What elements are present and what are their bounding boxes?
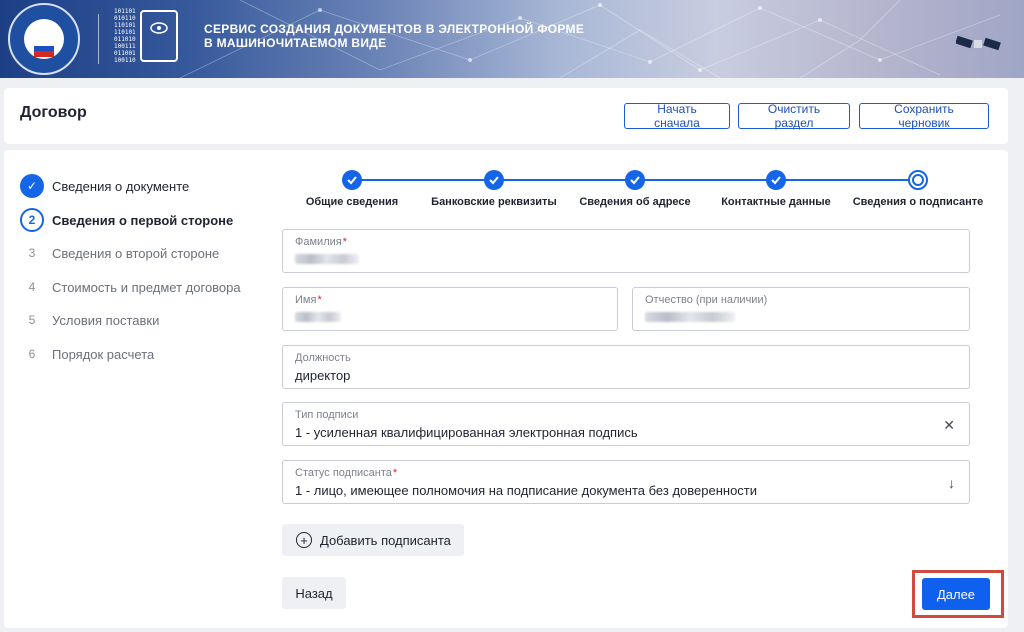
section-step-cost-subject[interactable]: 4 Стоимость и предмет договора — [20, 275, 241, 299]
stepper-label-bank[interactable]: Банковские реквизиты — [431, 196, 557, 208]
signer-status-value: 1 - лицо, имеющее полномочия на подписан… — [295, 483, 758, 498]
document-eye-icon — [140, 10, 178, 62]
redacted-value — [295, 254, 359, 264]
stepper-label-contacts[interactable]: Контактные данные — [721, 196, 831, 208]
section-step-label: Сведения о документе — [52, 178, 190, 194]
section-step-delivery-terms[interactable]: 5 Условия поставки — [20, 308, 160, 332]
section-step-second-party[interactable]: 3 Сведения о второй стороне — [20, 241, 220, 265]
surname-label: Фамилия — [295, 236, 342, 248]
redacted-value — [295, 312, 341, 322]
stepper-label-address[interactable]: Сведения об адресе — [579, 196, 690, 208]
header-divider — [98, 14, 99, 64]
signature-type-value: 1 - усиленная квалифицированная электрон… — [295, 425, 638, 440]
clear-section-button[interactable]: Очистить раздел — [738, 102, 850, 130]
signer-status-select[interactable]: Статус подписанта* 1 - лицо, имеющее пол… — [282, 460, 970, 504]
step-number: 4 — [28, 280, 36, 294]
check-icon[interactable] — [766, 170, 786, 190]
check-icon[interactable] — [484, 170, 504, 190]
step-number: 3 — [28, 246, 36, 260]
signer-status-label: Статус подписанта — [295, 467, 392, 479]
section-step-label: Сведения о первой стороне — [52, 212, 234, 228]
required-mark: * — [392, 467, 398, 479]
step-number: 6 — [28, 347, 36, 361]
header-banner: 101101 010110 110101 110101 011010 10011… — [0, 0, 1024, 78]
signature-type-label: Тип подписи — [295, 409, 359, 421]
back-button[interactable]: Назад — [282, 577, 346, 609]
section-step-label: Условия поставки — [52, 312, 160, 328]
name-label: Имя — [295, 294, 317, 306]
restart-button[interactable]: Начать сначала — [624, 102, 730, 130]
surname-field[interactable]: Фамилия* — [282, 229, 970, 273]
section-step-document-info[interactable]: ✓ Сведения о документе — [20, 174, 189, 198]
save-draft-button[interactable]: Сохранить черновик — [859, 102, 989, 130]
stepper-label-signer[interactable]: Сведения о подписанте — [853, 196, 984, 208]
fns-emblem-icon — [8, 3, 80, 75]
position-value: директор — [295, 368, 351, 383]
main-form-card: ✓ Сведения о документе 2 Сведения о перв… — [4, 150, 1008, 628]
add-signer-button[interactable]: + Добавить подписанта — [282, 524, 464, 556]
step-number: 5 — [28, 313, 36, 327]
redacted-value — [645, 312, 735, 322]
section-step-first-party[interactable]: 2 Сведения о первой стороне — [20, 208, 233, 232]
current-step-icon[interactable] — [908, 170, 928, 190]
step-number: 2 — [20, 208, 44, 232]
service-title: СЕРВИС СОЗДАНИЯ ДОКУМЕНТОВ В ЭЛЕКТРОННОЙ… — [204, 22, 585, 50]
stepper-label-general[interactable]: Общие сведения — [306, 196, 398, 208]
required-mark: * — [317, 294, 322, 306]
check-icon: ✓ — [20, 174, 44, 198]
plus-circle-icon: + — [296, 532, 312, 548]
page-title: Договор — [20, 104, 87, 121]
arrow-down-icon[interactable]: ↓ — [948, 475, 955, 491]
document-header-card: Договор Начать сначала Очистить раздел С… — [4, 88, 1008, 144]
position-field[interactable]: Должность директор — [282, 345, 970, 389]
section-step-payment-order[interactable]: 6 Порядок расчета — [20, 342, 155, 366]
section-step-label: Стоимость и предмет договора — [52, 279, 241, 295]
add-signer-label: Добавить подписанта — [320, 532, 451, 548]
position-label: Должность — [295, 352, 351, 364]
section-step-label: Порядок расчета — [52, 346, 155, 362]
required-mark: * — [342, 236, 347, 248]
check-icon[interactable] — [342, 170, 362, 190]
close-icon[interactable]: ✕ — [943, 417, 955, 434]
next-button[interactable]: Далее — [922, 578, 990, 610]
satellite-icon — [956, 35, 1001, 51]
name-field[interactable]: Имя* — [282, 287, 618, 331]
patronymic-field[interactable]: Отчество (при наличии) — [632, 287, 970, 331]
patronymic-label: Отчество (при наличии) — [645, 294, 768, 306]
section-step-label: Сведения о второй стороне — [52, 245, 220, 261]
signature-type-select[interactable]: Тип подписи 1 - усиленная квалифицирован… — [282, 402, 970, 446]
check-icon[interactable] — [625, 170, 645, 190]
